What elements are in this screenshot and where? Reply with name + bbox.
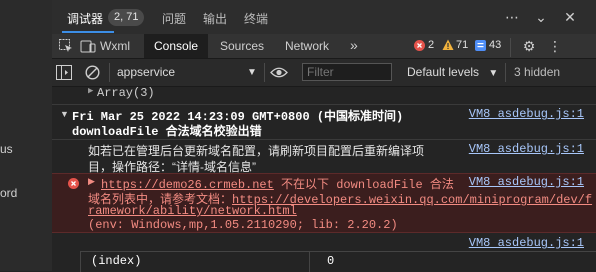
more-tabs-button[interactable]: » — [350, 37, 358, 53]
tab-network[interactable]: Network — [285, 39, 329, 53]
divider — [309, 252, 310, 272]
group-subtitle: downloadFile 合法域名校验出错 — [72, 125, 262, 139]
console-error-message: ▶ https://demo26.crmeb.net 不在以下 download… — [52, 173, 596, 233]
chevron-down-icon: ▼ — [247, 67, 257, 78]
context-select[interactable]: appservice ▼ — [117, 64, 257, 81]
divider — [505, 63, 506, 82]
console-group-header[interactable]: ▼ Fri Mar 25 2022 14:23:09 GMT+0800 (中国标… — [52, 104, 596, 139]
hidden-messages-count[interactable]: 3 hidden — [514, 65, 560, 79]
tab-wxml[interactable]: Wxml — [100, 39, 130, 53]
table-header-cell: (index) — [91, 254, 142, 268]
top-tab-bar: 调试器 2, 71 问题 输出 终端 ⋯ ⌄ ✕ — [52, 0, 596, 34]
console-message: VM8 asdebug.js:1 — [52, 233, 596, 251]
error-env-info: (env: Windows,mp,1.05.2110290; lib: 2.20… — [88, 218, 398, 232]
tab-issues[interactable]: 问题 — [162, 10, 186, 27]
chevron-down-icon[interactable]: ⌄ — [533, 9, 549, 25]
context-select-value: appservice — [117, 65, 176, 79]
docs-link[interactable]: ramework/ability/network.html — [88, 204, 297, 218]
source-link[interactable]: VM8 asdebug.js:1 — [469, 175, 584, 189]
console-toolbar: appservice ▼ Default levels ▼ 3 hidden — [52, 59, 596, 87]
console-message: ▶ Array(3) — [52, 86, 596, 103]
devtools-panel: 调试器 2, 71 问题 输出 终端 ⋯ ⌄ ✕ Wxml Console So… — [52, 0, 596, 272]
device-toggle-icon[interactable] — [80, 38, 96, 54]
error-icon — [68, 178, 79, 189]
tab-debugger[interactable]: 调试器 — [67, 10, 103, 27]
tab-sources[interactable]: Sources — [220, 39, 264, 53]
left-panel-text-fragment: ord — [0, 186, 18, 200]
chevron-down-icon: ▼ — [488, 68, 499, 79]
console-output: ▶ Array(3) ▼ Fri Mar 25 2022 14:23:09 GM… — [52, 86, 596, 272]
expand-arrow-icon[interactable]: ▶ — [88, 86, 93, 96]
warning-icon — [442, 39, 454, 51]
left-panel-text-fragment: us — [0, 142, 13, 156]
warning-count: 71 — [456, 39, 469, 51]
console-message: 如若已在管理后台更新域名配置，请刷新项目配置后重新编译项 目，操作路径：“详情-… — [52, 139, 596, 174]
source-link[interactable]: VM8 asdebug.js:1 — [469, 142, 584, 156]
more-icon[interactable]: ⋯ — [504, 9, 520, 25]
source-link[interactable]: VM8 asdebug.js:1 — [469, 107, 584, 121]
clear-console-icon[interactable] — [85, 65, 100, 80]
error-count: 2 — [428, 39, 435, 51]
expand-arrow-icon[interactable]: ▶ — [88, 176, 95, 187]
sidebar-toggle-icon[interactable] — [56, 65, 72, 80]
gear-icon[interactable]: ⚙ — [521, 38, 537, 54]
error-warning-count-badge: 2, 71 — [108, 9, 145, 26]
more-options-icon[interactable]: ⋮ — [547, 38, 563, 54]
tab-output[interactable]: 输出 — [203, 10, 227, 27]
tab-terminal[interactable]: 终端 — [244, 10, 268, 27]
divider — [109, 63, 110, 82]
error-icon — [414, 40, 425, 51]
console-table: (index) 0 — [80, 251, 596, 272]
message-text: 如若已在管理后台更新域名配置，请刷新项目配置后重新编译项 — [88, 144, 425, 158]
close-icon[interactable]: ✕ — [562, 9, 578, 25]
divider — [510, 38, 511, 57]
eye-icon[interactable] — [270, 67, 288, 78]
devtools-panel-tabs: Wxml Console Sources Network » 2 71 43 ⚙… — [52, 34, 596, 59]
info-icon — [475, 40, 486, 51]
collapse-arrow-icon[interactable]: ▼ — [60, 109, 69, 119]
tab-console[interactable]: Console — [144, 34, 209, 58]
active-tab-indicator — [62, 31, 114, 33]
inspect-element-icon[interactable] — [58, 38, 74, 54]
filter-input[interactable] — [302, 63, 392, 81]
left-side-panel: us ord — [0, 0, 53, 271]
log-levels-dropdown[interactable]: Default levels ▼ — [407, 65, 498, 79]
source-link[interactable]: VM8 asdebug.js:1 — [469, 236, 584, 250]
log-levels-label: Default levels — [407, 65, 480, 79]
table-header-cell: 0 — [327, 254, 335, 268]
divider — [264, 63, 265, 82]
console-object-preview[interactable]: Array(3) — [97, 86, 155, 100]
info-count: 43 — [489, 39, 502, 51]
